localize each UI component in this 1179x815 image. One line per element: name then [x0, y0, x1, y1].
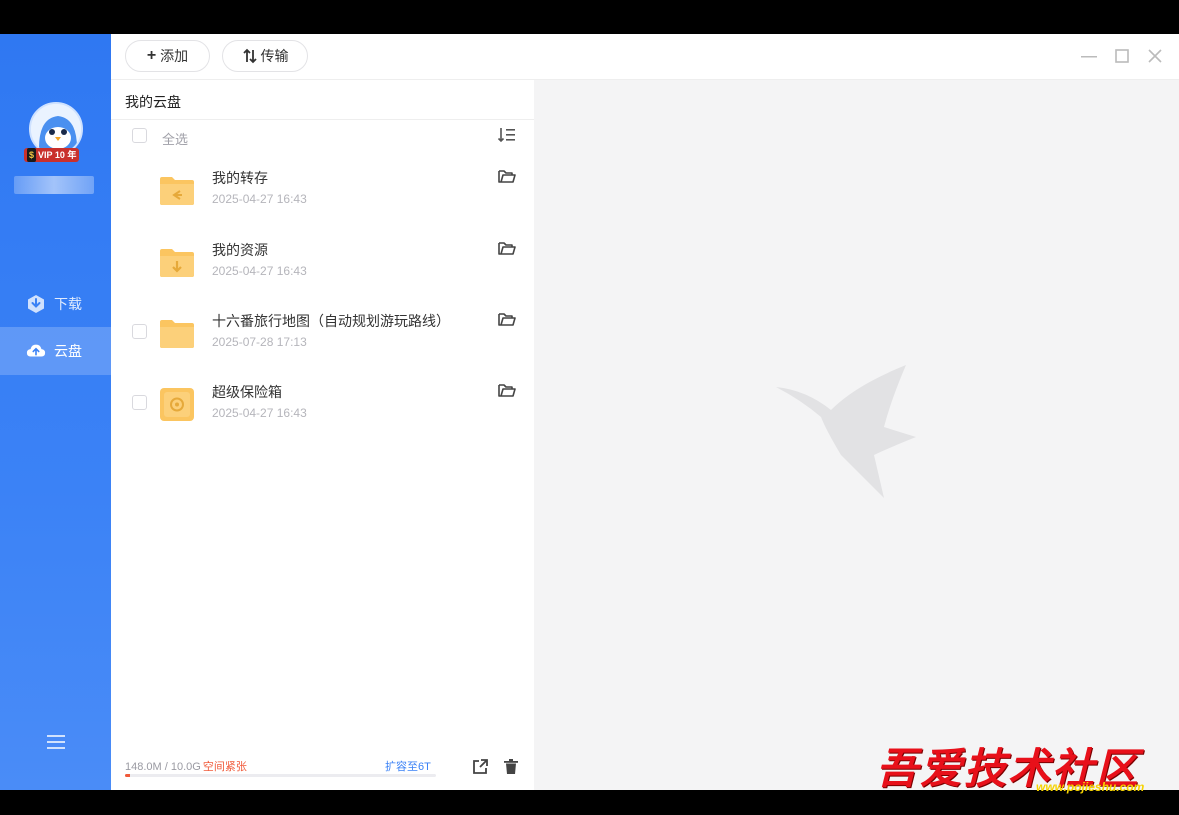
- file-row[interactable]: 我的转存 2025-04-27 16:43: [111, 156, 534, 226]
- file-row[interactable]: 十六番旅行地图（自动规划游玩路线） 2025-07-28 17:13: [111, 299, 534, 369]
- open-folder-icon[interactable]: [497, 238, 517, 258]
- panel-title: 我的云盘: [125, 94, 181, 110]
- file-list-panel: 我的云盘 全选 我的转存 2025-04-27 16:43 我的资源 2025-…: [111, 80, 534, 790]
- file-row[interactable]: 我的资源 2025-04-27 16:43: [111, 228, 534, 298]
- plus-icon: +: [146, 47, 157, 64]
- menu-icon[interactable]: [45, 732, 67, 752]
- storage-progress-fill: [125, 774, 130, 777]
- nav-cloud[interactable]: 云盘: [0, 327, 111, 375]
- top-toolbar: + 添加 传输: [111, 34, 1179, 80]
- storage-warning: 空间紧张: [202, 761, 247, 773]
- nav-download[interactable]: 下载: [0, 280, 111, 328]
- nav-download-label: 下载: [54, 296, 82, 312]
- folder-download-icon: [160, 249, 194, 277]
- site-url: www.pojieshu.com: [1036, 780, 1145, 794]
- file-name: 我的转存: [212, 170, 268, 186]
- vip-badge: $ VIP 10 年: [24, 148, 80, 162]
- open-folder-icon[interactable]: [497, 380, 517, 400]
- sort-icon[interactable]: [497, 126, 517, 144]
- open-folder-icon[interactable]: [497, 166, 517, 186]
- username-blurred: [14, 176, 94, 194]
- maximize-icon[interactable]: [1112, 46, 1132, 66]
- file-name: 超级保险箱: [212, 384, 282, 400]
- transfer-arrows-icon: [242, 48, 257, 64]
- download-icon: [28, 295, 44, 313]
- app-window: $ VIP 10 年 下载 云盘 + 添加 传输 我的云盘 全选 我的转存 20…: [0, 34, 1179, 790]
- cloud-icon: [26, 344, 46, 357]
- folder-icon: [160, 320, 194, 348]
- file-date: 2025-04-27 16:43: [212, 406, 307, 420]
- safe-box-icon: [160, 388, 194, 421]
- add-button[interactable]: + 添加: [125, 40, 210, 72]
- file-checkbox[interactable]: [132, 395, 147, 410]
- preview-area: [534, 80, 1179, 790]
- file-checkbox[interactable]: [132, 324, 147, 339]
- site-watermark: 吾爱技术社区 www.pojieshu.com: [876, 735, 1176, 795]
- file-name: 我的资源: [212, 242, 268, 258]
- divider: [111, 119, 534, 120]
- hummingbird-logo-icon: [776, 365, 916, 498]
- select-all-checkbox[interactable]: [132, 128, 147, 143]
- sidebar: $ VIP 10 年 下载 云盘: [0, 34, 111, 790]
- file-row[interactable]: 超级保险箱 2025-04-27 16:43: [111, 370, 534, 440]
- folder-transfer-icon: [160, 177, 194, 205]
- storage-progress-bar: [125, 774, 436, 777]
- file-name: 十六番旅行地图（自动规划游玩路线）: [212, 313, 450, 329]
- nav-cloud-label: 云盘: [54, 343, 82, 359]
- trash-icon[interactable]: [502, 758, 520, 776]
- external-link-icon[interactable]: [471, 758, 489, 776]
- storage-usage: 148.0M / 10.0G 空间紧张: [125, 761, 247, 773]
- close-icon[interactable]: [1145, 46, 1165, 66]
- transfer-button[interactable]: 传输: [222, 40, 308, 72]
- file-date: 2025-04-27 16:43: [212, 264, 307, 278]
- select-all-label: 全选: [162, 132, 189, 147]
- expand-storage-link[interactable]: 扩容至6T: [385, 758, 431, 774]
- open-folder-icon[interactable]: [497, 309, 517, 329]
- minimize-icon[interactable]: [1079, 46, 1099, 66]
- file-date: 2025-04-27 16:43: [212, 192, 307, 206]
- file-date: 2025-07-28 17:13: [212, 335, 307, 349]
